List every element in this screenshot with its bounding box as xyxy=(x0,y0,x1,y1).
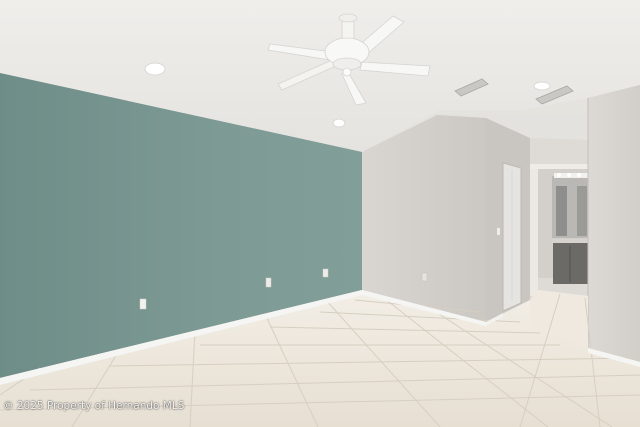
recessed-light xyxy=(533,81,551,91)
right-wall xyxy=(588,85,640,362)
fan-canopy xyxy=(338,13,358,23)
room-illustration xyxy=(0,0,640,427)
mirror-reflection xyxy=(556,186,567,236)
wall-outlet xyxy=(421,272,428,282)
recessed-light xyxy=(144,62,166,76)
vanity-bulb xyxy=(567,173,571,177)
door-frame xyxy=(530,166,538,296)
recessed-light xyxy=(332,118,346,128)
watermark-text: 2025 Property of Hernando MLS xyxy=(16,400,185,412)
wall-outlet xyxy=(265,277,272,288)
light-switch xyxy=(497,228,500,235)
vanity-bulb xyxy=(577,173,581,177)
vanity-countertop xyxy=(551,239,588,243)
vanity-bulb xyxy=(557,173,561,177)
wall-outlet xyxy=(139,298,147,310)
center-wall xyxy=(362,115,486,322)
door-frame-header xyxy=(530,164,588,169)
watermark: © 2025 Property of Hernando MLS xyxy=(3,400,185,412)
wall-outlet xyxy=(322,268,329,278)
mirror-reflection-2 xyxy=(577,186,587,236)
fan-light-bulb xyxy=(342,67,352,77)
room-photo: © 2025 Property of Hernando MLS xyxy=(0,0,640,427)
